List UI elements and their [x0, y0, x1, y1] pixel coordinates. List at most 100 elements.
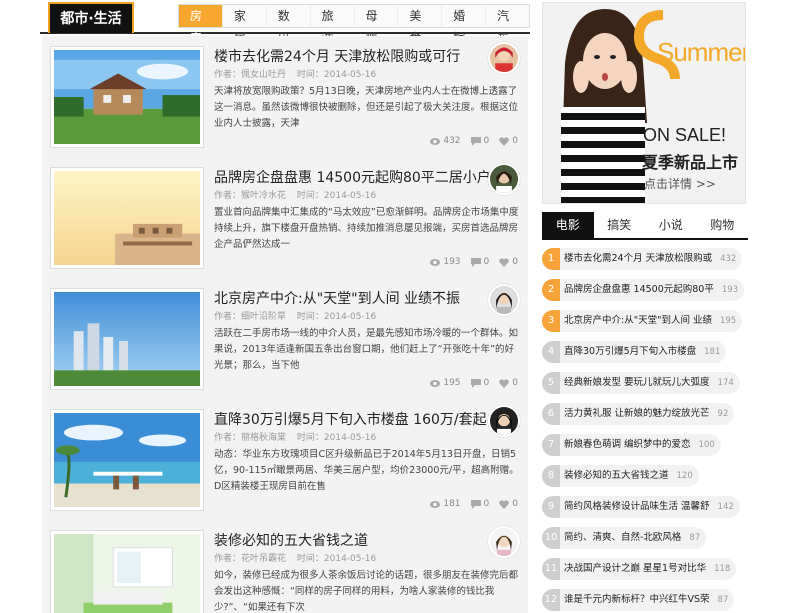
article-time: 时间：2014-05-16: [296, 312, 377, 322]
article-thumbnail[interactable]: [50, 288, 204, 390]
author-avatar[interactable]: [488, 42, 520, 74]
article-stats: 195 0 0: [420, 378, 518, 388]
ranking-item[interactable]: 12 谁是千元内新标杆？中兴红牛VS荣 87: [542, 587, 748, 613]
article-item[interactable]: 北京房产中介:从"天堂"到人间 业绩不振 作者：细叶沿阶草 时间：2014-05…: [42, 278, 528, 401]
like-count[interactable]: 0: [499, 378, 518, 388]
rank-number: 10: [542, 527, 560, 549]
article-meta: 作者：佩女山吐丹 时间：2014-05-16: [214, 67, 384, 80]
ranking-title[interactable]: 装修必知的五大省钱之道: [564, 465, 669, 487]
tab-shopping[interactable]: 购物: [696, 212, 748, 238]
article-thumbnail[interactable]: [50, 167, 204, 269]
rank-number: 6: [542, 403, 560, 425]
article-excerpt: 置业首向品牌集中汇集成的“马太效应”已愈渐鲜明。品牌房企市场集中度持续上升，旗下…: [214, 207, 519, 250]
like-count[interactable]: 0: [499, 136, 518, 146]
ranking-count: 87: [717, 595, 729, 605]
ranking-title[interactable]: 简约、清爽、自然-北欧风格: [564, 527, 681, 549]
article-title[interactable]: 北京房产中介:从"天堂"到人间 业绩不振: [214, 288, 494, 308]
article-title[interactable]: 装修必知的五大省钱之道: [214, 530, 494, 550]
article-item[interactable]: 品牌房企盘盘惠 14500元起购80平二居小户 作者：猴叶冷水花 时间：2014…: [42, 157, 528, 280]
ranking-count: 100: [698, 440, 715, 450]
ranking-title[interactable]: 品牌房企盘盘惠 14500元起购80平: [564, 279, 714, 301]
article-author[interactable]: 作者：丽格秋海棠: [214, 433, 286, 443]
tab-movies[interactable]: 电影: [542, 212, 594, 238]
author-avatar[interactable]: [488, 405, 520, 437]
article-title[interactable]: 楼市去化需24个月 天津放松限购或可行: [214, 46, 494, 66]
rank-number: 12: [542, 589, 560, 611]
rank-number: 1: [542, 248, 560, 270]
sidebar: Summer ON SALE! 夏季新品上市 点击详情 >> 电影 搞笑 小说 …: [540, 0, 750, 613]
article-stats: 181 0 0: [420, 499, 518, 509]
ranking-title[interactable]: 简约风格装修设计品味生活 温馨舒: [564, 496, 710, 518]
article-item[interactable]: 楼市去化需24个月 天津放松限购或可行 作者：佩女山吐丹 时间：2014-05-…: [42, 36, 528, 159]
ranking-title[interactable]: 楼市去化需24个月 天津放松限购或: [564, 248, 712, 270]
article-thumbnail[interactable]: [50, 409, 204, 511]
author-avatar[interactable]: [488, 284, 520, 316]
tab-baby[interactable]: 母婴: [355, 5, 399, 45]
ranking-title[interactable]: 新娘春色萌调 编织梦中的爱恋: [564, 434, 691, 456]
view-count: 181: [430, 499, 461, 509]
like-count[interactable]: 0: [499, 257, 518, 267]
ad-subtitle: 夏季新品上市: [642, 153, 739, 172]
tab-house[interactable]: 房产: [179, 5, 223, 45]
ranking-item[interactable]: 7 新娘春色萌调 编织梦中的爱恋 100: [542, 432, 748, 458]
comment-count[interactable]: 0: [470, 136, 489, 146]
comment-count[interactable]: 0: [470, 378, 489, 388]
ranking-item[interactable]: 3 北京房产中介:从"天堂"到人间 业绩 195: [542, 308, 748, 334]
ranking-count: 181: [704, 347, 721, 357]
comment-count[interactable]: 0: [470, 499, 489, 509]
ranking-title[interactable]: 北京房产中介:从"天堂"到人间 业绩: [564, 310, 712, 332]
tab-travel[interactable]: 旅游: [311, 5, 355, 45]
like-count[interactable]: 0: [499, 499, 518, 509]
category-bar: 都市·生活 房产 家居 数码 旅游 母婴 美食 婚嫁 汽车: [40, 0, 530, 45]
ranking-title[interactable]: 决战国产设计之巅 星星1号对比华: [564, 558, 706, 580]
article-title[interactable]: 品牌房企盘盘惠 14500元起购80平二居小户: [214, 167, 494, 187]
ranking-item[interactable]: 2 品牌房企盘盘惠 14500元起购80平 193: [542, 277, 748, 303]
tab-novels[interactable]: 小说: [645, 212, 697, 238]
ranking-title[interactable]: 谁是千元内新标杆？中兴红牛VS荣: [564, 589, 710, 611]
category-tabs: 房产 家居 数码 旅游 母婴 美食 婚嫁 汽车: [178, 4, 530, 45]
summer-sale-banner[interactable]: Summer ON SALE! 夏季新品上市 点击详情 >>: [542, 2, 746, 204]
tab-wedding[interactable]: 婚嫁: [442, 5, 487, 45]
ranking-item[interactable]: 1 楼市去化需24个月 天津放松限购或 432: [542, 246, 748, 272]
author-avatar[interactable]: [488, 163, 520, 195]
ranking-item[interactable]: 8 装修必知的五大省钱之道 120: [542, 463, 748, 489]
ranking-item[interactable]: 5 经典新娘发型 要玩儿就玩儿大弧度 174: [542, 370, 748, 396]
ranking-item[interactable]: 4 直降30万引爆5月下旬入市楼盘 181: [542, 339, 748, 365]
tab-funny[interactable]: 搞笑: [593, 212, 645, 238]
article-author[interactable]: 作者：佩女山吐丹: [214, 70, 286, 80]
article-item[interactable]: 直降30万引爆5月下旬入市楼盘 160万/套起 作者：丽格秋海棠 时间：2014…: [42, 399, 528, 522]
ranking-title[interactable]: 活力黄礼服 让新娘的魅力绽放光芒: [564, 403, 710, 425]
article-thumbnail[interactable]: [50, 46, 204, 148]
tab-car[interactable]: 汽车: [486, 5, 529, 45]
article-title[interactable]: 直降30万引爆5月下旬入市楼盘 160万/套起: [214, 409, 494, 429]
article-author[interactable]: 作者：猴叶冷水花: [214, 191, 286, 201]
article-meta: 作者：花叶吊霸花 时间：2014-05-16: [214, 551, 384, 564]
ad-sale-text: ON SALE!: [643, 125, 727, 145]
article-author[interactable]: 作者：细叶沿阶草: [214, 312, 286, 322]
ranking-title[interactable]: 直降30万引爆5月下旬入市楼盘: [564, 341, 696, 363]
ranking-item[interactable]: 11 决战国产设计之巅 星星1号对比华 118: [542, 556, 748, 582]
ranking-count: 193: [721, 285, 739, 295]
article-author[interactable]: 作者：花叶吊霸花: [214, 554, 286, 564]
comment-count[interactable]: 0: [470, 257, 489, 267]
ad-headline: Summer: [657, 37, 746, 67]
ranking-count: 195: [719, 316, 737, 326]
ranking-title[interactable]: 经典新娘发型 要玩儿就玩儿大弧度: [564, 372, 710, 394]
tab-digital[interactable]: 数码: [267, 5, 311, 45]
article-meta: 作者：细叶沿阶草 时间：2014-05-16: [214, 309, 384, 322]
ranking-list: 1 楼市去化需24个月 天津放松限购或 432 2 品牌房企盘盘惠 14500元起购8…: [542, 246, 748, 613]
model-illustration: [543, 3, 745, 203]
rank-number: 8: [542, 465, 560, 487]
ranking-count: 142: [717, 502, 734, 512]
tab-food[interactable]: 美食: [398, 5, 443, 45]
article-item[interactable]: 装修必知的五大省钱之道 作者：花叶吊霸花 时间：2014-05-16 如今，装修…: [42, 520, 528, 613]
ranking-item[interactable]: 6 活力黄礼服 让新娘的魅力绽放光芒 92: [542, 401, 748, 427]
ranking-item[interactable]: 10 简约、清爽、自然-北欧风格 87: [542, 525, 748, 551]
tab-home[interactable]: 家居: [223, 5, 267, 45]
ad-cta-link[interactable]: 点击详情 >>: [644, 175, 716, 192]
article-thumbnail[interactable]: [50, 530, 204, 613]
author-avatar[interactable]: [488, 526, 520, 558]
comment-icon: [470, 136, 481, 146]
ranking-item[interactable]: 9 简约风格装修设计品味生活 温馨舒 142: [542, 494, 748, 520]
article-excerpt: 活跃在二手房市场一线的中介人员，是最先感知市场冷暖的一个群体。如果说，2013年…: [214, 328, 519, 371]
